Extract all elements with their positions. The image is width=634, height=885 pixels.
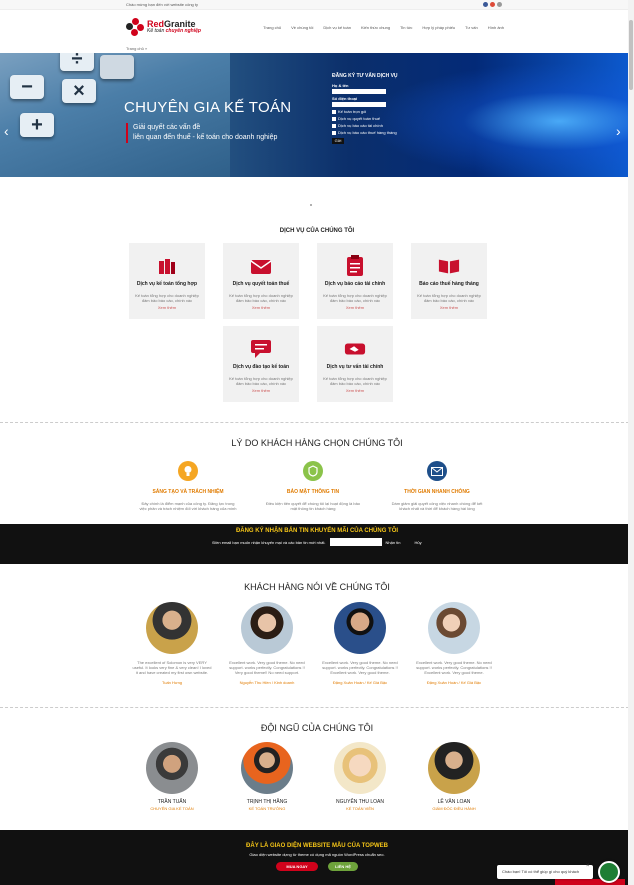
read-more-link[interactable]: Xem thêm [411,305,487,310]
reason-item: THỜI GIAN NHANH CHÓNG Dám giảm giải quyế… [387,461,487,511]
instagram-icon[interactable] [497,2,502,7]
chat-icon[interactable] [598,861,620,883]
slider-prev-arrow-icon[interactable]: ‹ [4,123,9,139]
envelope-icon [250,255,272,277]
read-more-link[interactable]: Xem thêm [129,305,205,310]
team-member: TRỊNH THỊ HẰNG KẾ TOÁN TRƯỞNG [227,742,307,811]
name-input[interactable] [332,89,386,94]
nav-item-about[interactable]: Về chúng tôi [291,25,313,30]
avatar [241,742,293,794]
handshake-icon [344,338,366,360]
services-heading: DỊCH VỤ CỦA CHÚNG TÔI [279,228,355,234]
testimonial-item: The excellent of Solomon is very VERY us… [132,602,212,685]
slider-dot[interactable] [310,204,312,206]
nav-item-gallery[interactable]: Hình ảnh [488,25,504,30]
team-member: TRẦN TUẤN CHUYÊN GIA KẾ TOÁN [132,742,212,811]
avatar [146,742,198,794]
hero-slider: ÷ − × + CHUYÊN GIA KẾ TOÁN Giải quyết cá… [0,53,634,177]
chat-prompt[interactable]: Chào bạn! Tôi có thể giúp gì cho quý khá… [497,865,593,879]
reason-item: SÁNG TẠO VÀ TRÁCH NHIỆM Đây chính là điể… [138,461,238,511]
section-divider [0,707,634,708]
avatar [334,602,386,654]
nav-item-consult[interactable]: Tư vấn [465,25,478,30]
testimonial-item: Excellent work. Very good theme. No need… [414,602,494,685]
avatar [241,602,293,654]
option-checkbox[interactable]: Dịch vụ báo cáo tài chính [332,123,442,128]
service-card[interactable]: Dịch vụ kế toán tổng hợp Kế toán tổng hợ… [129,243,205,319]
buy-now-button[interactable]: MUA NGAY [276,862,318,871]
page: Chào mừng bạn đến với website công ty Re… [0,0,634,885]
newsletter-section: ĐĂNG KÝ NHẬN BẢN TIN KHUYẾN MÃI CỦA CHÚN… [0,524,634,564]
footer-description: Giao diện website dựng từ theme có dụng … [249,852,385,857]
nav-item-services[interactable]: Dịch vụ kế toán [323,25,351,30]
service-card[interactable]: Dịch vụ tư vấn tài chính Kế toán tổng hợ… [317,326,393,402]
newsletter-title: ĐĂNG KÝ NHẬN BẢN TIN KHUYẾN MÃI CỦA CHÚN… [235,528,399,534]
read-more-link[interactable]: Xem thêm [317,388,393,393]
slider-next-arrow-icon[interactable]: › [616,123,621,139]
testimonial-item: Excellent work. Very good theme. No need… [320,602,400,685]
clipboard-icon [344,255,366,277]
site-logo[interactable]: RedGranite Kế toán chuyên nghiệp [126,18,201,36]
team-member: LÊ VĂN LOAN GIÁM ĐỐC ĐIỀU HÀNH [414,742,494,811]
consult-form: ĐĂNG KÝ TƯ VẤN DỊCH VỤ Họ & tên Số điện … [332,73,442,144]
phone-input[interactable] [332,102,386,107]
read-more-link[interactable]: Xem thêm [223,305,299,310]
testimonials-heading: KHÁCH HÀNG NÓI VỀ CHÚNG TÔI [244,582,390,592]
nav-item-legal[interactable]: Hợp lý pháp phiếu [422,25,455,30]
send-button[interactable]: Gửi [332,138,344,144]
page-scrollbar[interactable] [628,0,634,885]
section-divider [0,422,634,423]
lightbulb-icon [178,461,198,481]
phone-label: Số điện thoại [332,96,358,101]
form-title: ĐĂNG KÝ TƯ VẤN DỊCH VỤ [332,73,398,79]
reason-item: BẢO MẬT THÔNG TIN Điều kiện tiên quyết đ… [263,461,363,511]
hero-title: CHUYÊN GIA KẾ TOÁN [124,99,292,116]
team-heading: ĐỘI NGŨ CỦA CHÚNG TÔI [260,723,374,733]
main-nav: Trang chủ Về chúng tôi Dịch vụ kế toán K… [263,25,504,30]
facebook-icon[interactable] [483,2,488,7]
logo-mark-icon [126,18,144,36]
newsletter-prompt: Điền email bạn muốn nhận khuyến mại và c… [212,539,326,545]
close-icon[interactable]: × [586,863,590,869]
reasons-heading: LÝ DO KHÁCH HÀNG CHỌN CHÚNG TÔI [231,438,403,448]
service-card[interactable]: Dịch vụ báo cáo tài chính Kế toán tổng h… [317,243,393,319]
site-header: RedGranite Kế toán chuyên nghiệp Trang c… [0,10,634,44]
contact-button[interactable]: LIÊN HỆ [328,862,358,871]
read-more-link[interactable]: Xem thêm [317,305,393,310]
welcome-text: Chào mừng bạn đến với website công ty [126,2,199,7]
testimonial-item: Excellent work. Very good theme. No need… [227,602,307,685]
open-book-icon [438,255,460,277]
nav-item-home[interactable]: Trang chủ [263,25,281,30]
option-checkbox[interactable]: Dịch vụ báo cáo thuế hàng tháng [332,130,442,135]
nav-item-news[interactable]: Tin tức [400,25,412,30]
cancel-button[interactable]: Hủy [414,540,421,545]
mail-icon [427,461,447,481]
avatar [428,602,480,654]
option-checkbox[interactable]: Kế toán trọn gói [332,109,442,114]
avatar [334,742,386,794]
google-plus-icon[interactable] [490,2,495,7]
name-label: Họ & tên [332,83,349,88]
books-icon [156,255,178,277]
hero-subtitle: Giải quyết các vấn đề liên quan đến thuế… [126,123,277,143]
top-bar: Chào mừng bạn đến với website công ty [0,0,634,10]
service-card[interactable]: Dịch vụ quyết toán thuế Kế toán tổng hợp… [223,243,299,319]
service-card[interactable]: Báo cáo thuế hàng tháng Kế toán tổng hợp… [411,243,487,319]
team-member: NGUYỄN THU LOAN KẾ TOÁN VIÊN [320,742,400,811]
shield-icon [303,461,323,481]
option-checkbox[interactable]: Dịch vụ quyết toán thuế [332,116,442,121]
subscribe-button[interactable]: Nhận tin [386,540,401,545]
nav-item-knowledge[interactable]: Kiến thức chung [361,25,390,30]
service-card[interactable]: Dịch vụ đào tạo kế toán Kế toán tổng hợp… [223,326,299,402]
newsletter-email-input[interactable] [329,538,382,546]
read-more-link[interactable]: Xem thêm [223,388,299,393]
avatar [146,602,198,654]
avatar [428,742,480,794]
social-links [483,2,502,7]
footer-title: ĐÂY LÀ GIAO DIỆN WEBSITE MẪU CỦA TOPWEB [246,843,388,849]
chat-bubble-icon [250,338,272,360]
breadcrumb[interactable]: Trang chủ » [0,44,634,53]
